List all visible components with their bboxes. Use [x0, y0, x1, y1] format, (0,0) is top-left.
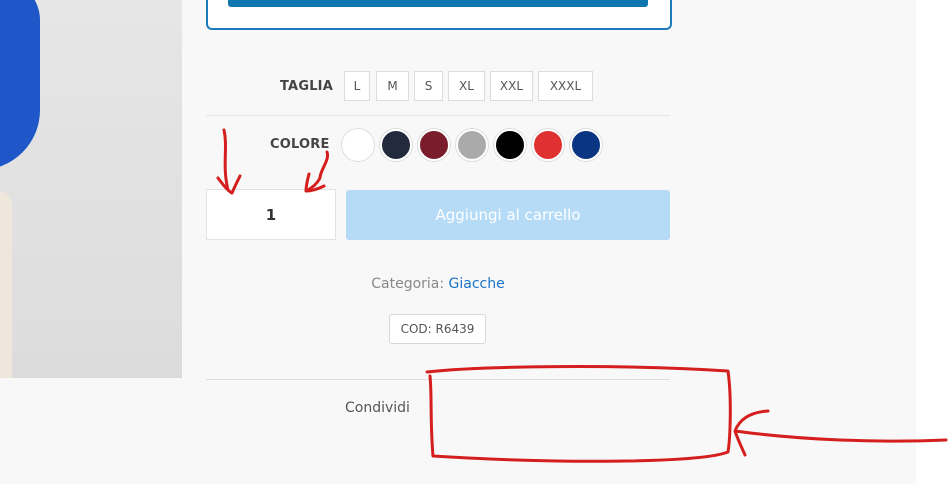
quantity-input[interactable]: 1 — [206, 189, 336, 240]
size-label: TAGLIA — [280, 79, 333, 94]
page-gutter — [916, 0, 948, 484]
product-summary: TAGLIA L M S XL XXL XXXL COLORE 1 Aggiun… — [182, 0, 916, 484]
size-option-xl[interactable]: XL — [448, 71, 485, 101]
share-divider — [206, 379, 670, 380]
sku-badge: COD: R6439 — [389, 314, 486, 344]
previous-section-box — [206, 0, 672, 30]
size-option-m[interactable]: M — [376, 71, 409, 101]
category-line: Categoria: Giacche — [182, 276, 694, 292]
category-link[interactable]: Giacche — [449, 276, 505, 292]
size-option-s[interactable]: S — [414, 71, 443, 101]
color-swatch-burgundy[interactable] — [418, 129, 450, 161]
color-swatch-red[interactable] — [532, 129, 564, 161]
color-swatch-royal-blue[interactable] — [570, 129, 602, 161]
page-background — [0, 378, 182, 484]
category-label: Categoria: — [371, 276, 445, 292]
size-option-xxxl[interactable]: XXXL — [538, 71, 593, 101]
size-option-xxl[interactable]: XXL — [490, 71, 533, 101]
size-option-l[interactable]: L — [344, 71, 370, 101]
color-swatch-navy[interactable] — [380, 129, 412, 161]
product-image[interactable] — [0, 0, 182, 378]
jacket-sleeve-shape — [0, 0, 40, 170]
color-swatch-white[interactable] — [342, 129, 374, 161]
color-label: COLORE — [270, 137, 330, 152]
color-swatch-black[interactable] — [494, 129, 526, 161]
add-to-cart-button[interactable]: Aggiungi al carrello — [346, 190, 670, 240]
background-shape — [0, 190, 12, 378]
previous-section-bar — [228, 0, 648, 7]
share-label: Condividi — [345, 400, 410, 416]
color-swatch-grey[interactable] — [456, 129, 488, 161]
divider — [206, 115, 670, 116]
